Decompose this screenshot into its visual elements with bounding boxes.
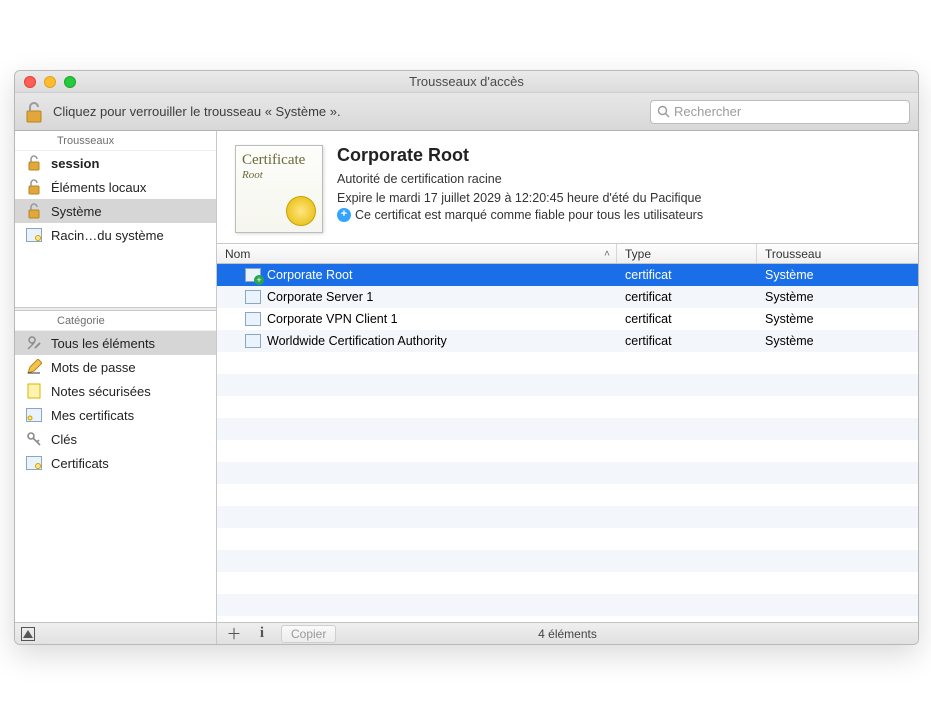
detail-subtitle: Autorité de certification racine <box>337 170 904 189</box>
row-name: Corporate Server 1 <box>267 290 373 304</box>
col-header-keychain[interactable]: Trousseau <box>757 244 918 263</box>
sidebar-item-label: Clés <box>51 432 77 447</box>
certificate-row-icon <box>245 312 261 326</box>
table-row[interactable]: Corporate VPN Client 1 certificat Systèm… <box>217 308 918 330</box>
sidebar-item-local[interactable]: Éléments locaux <box>15 175 216 199</box>
table-body[interactable]: Corporate Root certificat Système Corpor… <box>217 264 918 622</box>
table-header: Nom ˄ Type Trousseau <box>217 244 918 264</box>
maximize-button[interactable] <box>64 76 76 88</box>
sidebar-item-label: Certificats <box>51 456 109 471</box>
row-type: certificat <box>625 290 672 304</box>
info-button[interactable]: i <box>251 625 273 643</box>
detail-title: Corporate Root <box>337 145 904 166</box>
detail-pane: Certificate Root Corporate Root Autorité… <box>217 131 918 244</box>
row-type: certificat <box>625 312 672 326</box>
sidebar-category-passwords[interactable]: Mots de passe <box>15 355 216 379</box>
row-keychain: Système <box>765 334 814 348</box>
toggle-sidebar-button[interactable] <box>21 627 35 641</box>
sidebar-category-certs[interactable]: Certificats <box>15 451 216 475</box>
search-input[interactable] <box>674 104 903 119</box>
col-header-name[interactable]: Nom ˄ <box>217 244 617 263</box>
pencil-icon <box>25 359 43 375</box>
window-title: Trousseaux d'accès <box>15 74 918 89</box>
col-label: Nom <box>225 247 250 261</box>
sidebar-item-label: session <box>51 156 99 171</box>
sidebar-item-label: Notes sécurisées <box>51 384 151 399</box>
sidebar-header-keychains: Trousseaux <box>15 131 216 151</box>
sidebar-category-mycerts[interactable]: Mes certificats <box>15 403 216 427</box>
tools-icon <box>25 335 43 351</box>
sort-ascending-icon: ˄ <box>604 248 610 259</box>
unlock-icon <box>25 155 43 171</box>
row-type: certificat <box>625 334 672 348</box>
row-name: Corporate VPN Client 1 <box>267 312 398 326</box>
col-label: Trousseau <box>765 247 821 261</box>
detail-trust-line: + Ce certificat est marqué comme fiable … <box>337 208 904 222</box>
certificate-icon <box>25 456 43 470</box>
add-button[interactable]: ＋ <box>223 625 245 643</box>
sidebar-item-label: Mots de passe <box>51 360 136 375</box>
minimize-button[interactable] <box>44 76 56 88</box>
titlebar: Trousseaux d'accès <box>15 71 918 93</box>
col-header-type[interactable]: Type <box>617 244 757 263</box>
trust-plus-icon: + <box>337 208 351 222</box>
sidebar-category-all[interactable]: Tous les éléments <box>15 331 216 355</box>
table-row[interactable]: Worldwide Certification Authority certif… <box>217 330 918 352</box>
sidebar-bottom-bar <box>15 622 216 644</box>
sidebar-item-session[interactable]: session <box>15 151 216 175</box>
traffic-lights <box>15 76 76 88</box>
main-area: Trousseaux session Éléments locaux Systè… <box>15 131 918 644</box>
row-type: certificat <box>625 268 672 282</box>
certificate-row-icon <box>245 290 261 304</box>
unlock-icon <box>25 179 43 195</box>
certificate-thumbnail: Certificate Root <box>235 145 323 233</box>
sidebar: Trousseaux session Éléments locaux Systè… <box>15 131 217 644</box>
copy-button[interactable]: Copier <box>281 625 336 643</box>
sidebar-category-keys[interactable]: Clés <box>15 427 216 451</box>
col-label: Type <box>625 247 651 261</box>
sidebar-header-category: Catégorie <box>15 311 216 331</box>
key-icon <box>25 431 43 447</box>
toolbar: Cliquez pour verrouiller le trousseau « … <box>15 93 918 131</box>
my-certificates-icon <box>25 408 43 422</box>
close-button[interactable] <box>24 76 36 88</box>
row-name: Corporate Root <box>267 268 352 282</box>
sidebar-item-system[interactable]: Système <box>15 199 216 223</box>
detail-expiry: Expire le mardi 17 juillet 2029 à 12:20:… <box>337 189 904 208</box>
note-icon <box>25 383 43 399</box>
seal-icon <box>286 196 316 226</box>
row-keychain: Système <box>765 268 814 282</box>
thumb-word2: Root <box>242 169 316 181</box>
search-field[interactable] <box>650 100 910 124</box>
certificate-table: Nom ˄ Type Trousseau Co <box>217 244 918 622</box>
unlock-icon <box>25 203 43 219</box>
row-keychain: Système <box>765 312 814 326</box>
sidebar-category-notes[interactable]: Notes sécurisées <box>15 379 216 403</box>
lock-icon[interactable] <box>23 99 45 125</box>
row-name: Worldwide Certification Authority <box>267 334 447 348</box>
sidebar-item-label: Racin…du système <box>51 228 164 243</box>
sidebar-item-system-roots[interactable]: Racin…du système <box>15 223 216 247</box>
certificate-row-icon <box>245 268 261 282</box>
keychain-window: Trousseaux d'accès Cliquez pour verrouil… <box>14 70 919 645</box>
sidebar-item-label: Système <box>51 204 102 219</box>
detail-trust-text: Ce certificat est marqué comme fiable po… <box>355 208 703 222</box>
table-row[interactable]: Corporate Root certificat Système <box>217 264 918 286</box>
search-icon <box>657 105 670 118</box>
sidebar-item-label: Mes certificats <box>51 408 134 423</box>
row-keychain: Système <box>765 290 814 304</box>
table-row[interactable]: Corporate Server 1 certificat Système <box>217 286 918 308</box>
sidebar-item-label: Tous les éléments <box>51 336 155 351</box>
statusbar: ＋ i Copier 4 éléments <box>217 622 918 644</box>
lock-hint-text: Cliquez pour verrouiller le trousseau « … <box>53 104 642 119</box>
certificate-icon <box>25 228 43 242</box>
detail-info: Corporate Root Autorité de certification… <box>337 145 904 233</box>
content: Certificate Root Corporate Root Autorité… <box>217 131 918 644</box>
certificate-row-icon <box>245 334 261 348</box>
sidebar-item-label: Éléments locaux <box>51 180 146 195</box>
thumb-word1: Certificate <box>242 152 316 169</box>
